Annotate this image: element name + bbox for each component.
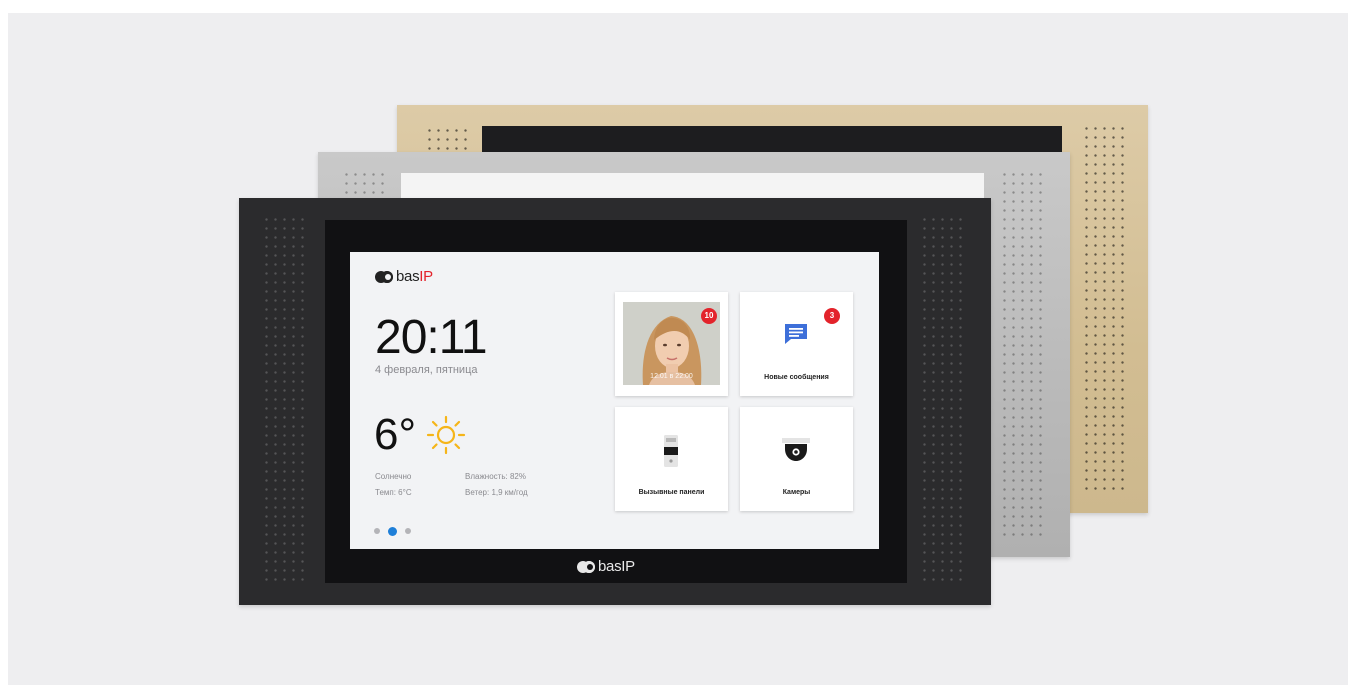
page-dot-2-active[interactable] xyxy=(388,527,397,536)
page-dot-1[interactable] xyxy=(374,528,380,534)
messages-count-badge: 3 xyxy=(824,308,840,324)
page-indicator[interactable] xyxy=(374,527,411,536)
brand-name: bas xyxy=(396,268,420,285)
messages-label: Новые сообщения xyxy=(764,374,829,381)
logo-icon xyxy=(375,270,393,283)
clock-date: 4 февраля, пятница xyxy=(375,364,478,376)
calls-tile[interactable]: 12.01 в 22:00 10 xyxy=(615,292,728,396)
message-icon xyxy=(785,324,807,344)
call-timestamp: 12.01 в 22:00 xyxy=(650,373,693,380)
monitor-screen: basIP 20:11 4 февраля, пятница 6° Солнеч… xyxy=(350,252,879,549)
screen-bezel-silver xyxy=(401,173,984,198)
speaker-grille-black-right xyxy=(920,215,968,585)
device-logo-icon xyxy=(577,560,595,573)
messages-tile[interactable]: 3 Новые сообщения xyxy=(740,292,853,396)
speaker-grille-gold-right xyxy=(1082,124,1127,494)
weather-condition: Солнечно xyxy=(375,472,412,481)
screen-bezel-gold xyxy=(482,126,1062,152)
device-brand-name: bas xyxy=(598,558,622,575)
weather-feels-like: Темп: 6°C xyxy=(375,488,412,497)
speaker-grille-silver-right xyxy=(1000,170,1048,540)
weather-humidity: Влажность: 82% xyxy=(465,472,526,481)
weather-wind: Ветер: 1,9 км/год xyxy=(465,488,528,497)
dome-camera-icon xyxy=(782,438,810,461)
cameras-label: Камеры xyxy=(782,489,811,496)
brand-name-accent: IP xyxy=(419,268,433,285)
clock-time: 20:11 xyxy=(375,311,488,364)
brand-logo: basIP xyxy=(375,268,433,285)
intercom-panel-icon xyxy=(664,435,678,467)
speaker-grille-black-left xyxy=(262,215,310,585)
call-panels-tile[interactable]: Вызывные панели xyxy=(615,407,728,511)
device-brand-name-accent: IP xyxy=(621,558,635,575)
sun-icon xyxy=(426,415,466,455)
speaker-grille-gold-left xyxy=(425,126,470,152)
weather-temperature: 6° xyxy=(374,410,417,459)
speaker-grille-silver-left xyxy=(342,170,387,198)
page-dot-3[interactable] xyxy=(405,528,411,534)
cameras-tile[interactable]: Камеры xyxy=(740,407,853,511)
call-panels-label: Вызывные панели xyxy=(638,489,705,496)
calls-count-badge: 10 xyxy=(701,308,717,324)
device-logo: basIP xyxy=(577,558,635,575)
